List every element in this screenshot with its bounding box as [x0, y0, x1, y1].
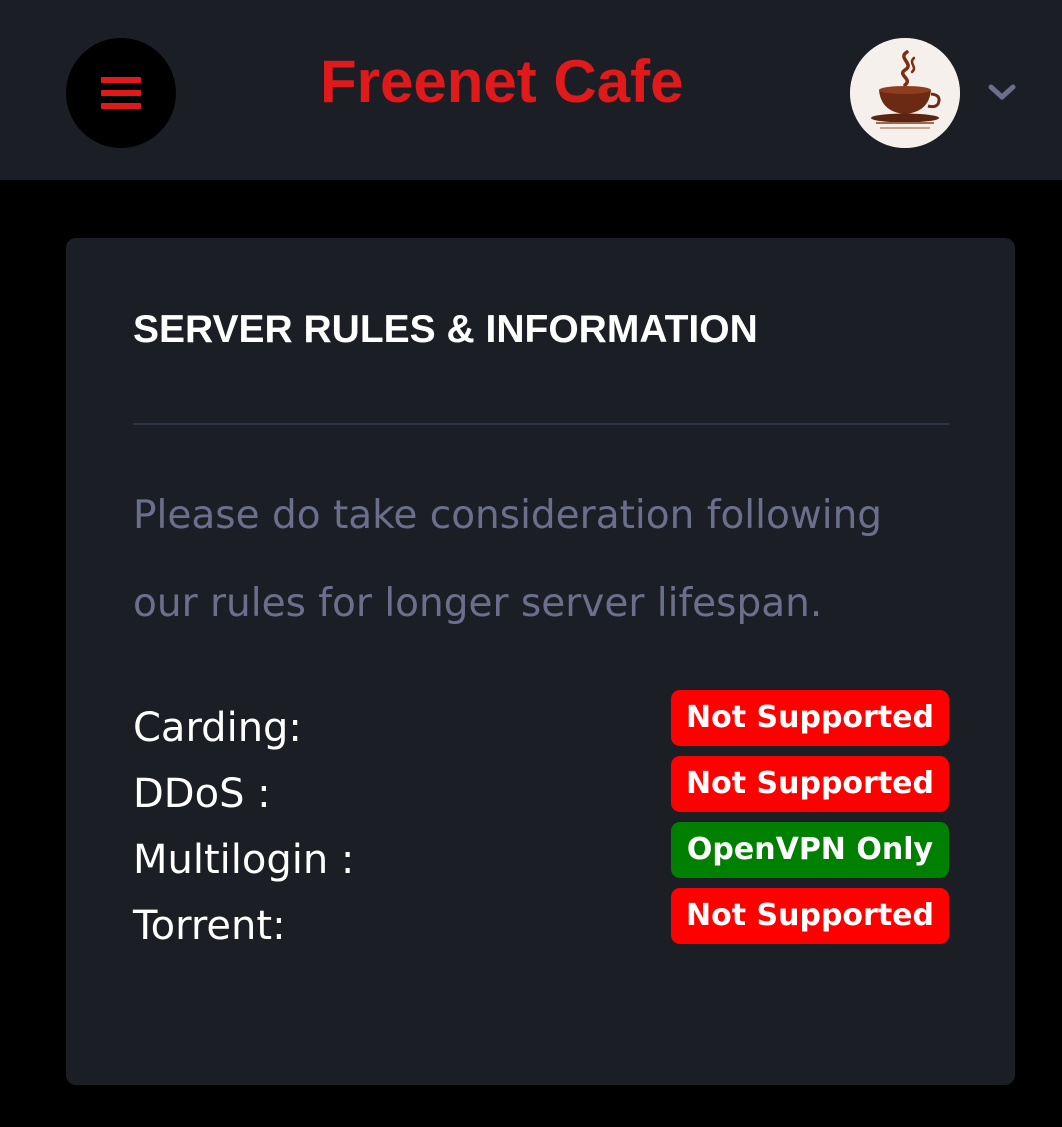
app-title: Freenet Cafe: [320, 48, 684, 115]
rule-row-ddos: DDoS : Not Supported: [133, 756, 949, 817]
rule-label: Carding:: [133, 705, 302, 751]
rule-row-carding: Carding: Not Supported: [133, 690, 949, 751]
rule-label: Multilogin :: [133, 837, 355, 883]
hamburger-menu-icon: [101, 77, 141, 109]
rule-label: Torrent:: [133, 903, 286, 949]
chevron-down-icon[interactable]: [986, 80, 1018, 104]
divider: [133, 423, 949, 425]
avatar[interactable]: [850, 38, 960, 148]
coffee-cup-logo-icon: [850, 38, 960, 148]
status-badge: Not Supported: [671, 888, 949, 944]
menu-button[interactable]: [66, 38, 176, 148]
status-badge: Not Supported: [671, 756, 949, 812]
status-badge: OpenVPN Only: [671, 822, 949, 878]
intro-text: Please do take consideration following o…: [133, 493, 883, 626]
rule-row-multilogin: Multilogin : OpenVPN Only: [133, 822, 949, 883]
card-title: SERVER RULES & INFORMATION: [133, 308, 758, 351]
server-rules-card: SERVER RULES & INFORMATION Please do tak…: [66, 238, 1015, 1085]
rule-row-torrent: Torrent: Not Supported: [133, 888, 949, 949]
top-bar: Freenet Cafe: [0, 0, 1062, 180]
rule-label: DDoS :: [133, 771, 271, 817]
status-badge: Not Supported: [671, 690, 949, 746]
